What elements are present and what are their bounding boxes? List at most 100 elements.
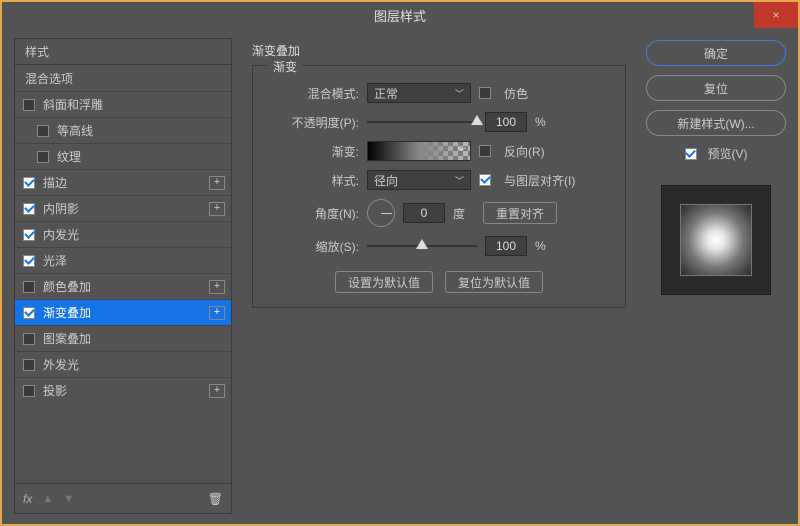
opacity-input[interactable] <box>485 112 527 132</box>
add-effect-icon[interactable]: + <box>209 176 225 190</box>
scale-input[interactable] <box>485 236 527 256</box>
style-item[interactable]: 光泽 <box>15 247 231 273</box>
reverse-checkbox[interactable] <box>479 145 491 157</box>
chevron-down-icon: ﹀ <box>457 145 466 158</box>
close-button[interactable]: × <box>754 2 798 28</box>
defaults-row: 设置为默认值 复位为默认值 <box>267 271 611 293</box>
style-checkbox[interactable] <box>37 125 49 137</box>
align-checkbox[interactable] <box>479 174 491 186</box>
style-checkbox[interactable] <box>23 333 35 345</box>
style-checkbox[interactable] <box>23 255 35 267</box>
add-effect-icon[interactable]: + <box>209 384 225 398</box>
style-row: 样式: 径向 ﹀ 与图层对齐(I) <box>267 170 611 190</box>
chevron-down-icon: ﹀ <box>455 87 464 100</box>
style-checkbox[interactable] <box>23 99 35 111</box>
dialog-frame: 图层样式 × 样式 混合选项 斜面和浮雕等高线纹理描边 + 内阴影 + 内发光光泽颜色叠… <box>0 0 800 526</box>
make-default-button[interactable]: 设置为默认值 <box>335 271 433 293</box>
style-item[interactable]: 描边 + <box>15 169 231 195</box>
settings-panel: 渐变叠加 渐变 混合模式: 正常 ﹀ 仿色 不透明度(P): <box>244 38 634 514</box>
fx-icon[interactable]: fx <box>23 492 32 506</box>
style-checkbox[interactable] <box>23 177 35 189</box>
style-label: 样式: <box>267 172 359 189</box>
gradient-swatch[interactable]: ﹀ <box>367 141 471 161</box>
style-item[interactable]: 图案叠加 <box>15 325 231 351</box>
style-item[interactable]: 等高线 <box>15 117 231 143</box>
align-label[interactable]: 与图层对齐(I) <box>504 172 575 189</box>
preview-checkbox[interactable] <box>685 148 697 160</box>
style-item-label: 描边 <box>43 174 67 191</box>
style-item[interactable]: 内阴影 + <box>15 195 231 221</box>
dither-label[interactable]: 仿色 <box>504 85 528 102</box>
style-item-label: 图案叠加 <box>43 330 91 347</box>
angle-dial[interactable] <box>367 199 395 227</box>
preview-wrap <box>661 177 771 295</box>
blending-options-label: 混合选项 <box>25 70 73 87</box>
angle-input[interactable] <box>403 203 445 223</box>
style-checkbox[interactable] <box>23 307 35 319</box>
style-value: 径向 <box>374 172 398 189</box>
style-item-label: 光泽 <box>43 252 67 269</box>
window-title: 图层样式 <box>374 6 426 25</box>
style-checkbox[interactable] <box>37 151 49 163</box>
section-title: 渐变叠加 <box>252 42 626 59</box>
close-icon: × <box>772 8 779 22</box>
reset-default-button[interactable]: 复位为默认值 <box>445 271 543 293</box>
blend-mode-select[interactable]: 正常 ﹀ <box>367 83 471 103</box>
style-item[interactable]: 纹理 <box>15 143 231 169</box>
preview-label: 预览(V) <box>708 145 748 162</box>
title-bar: 图层样式 × <box>2 2 798 28</box>
dialog-body: 样式 混合选项 斜面和浮雕等高线纹理描边+内阴影+内发光光泽颜色叠加+渐变叠加+… <box>2 28 798 524</box>
style-item[interactable]: 颜色叠加+ <box>15 273 231 299</box>
blending-options-row[interactable]: 混合选项 <box>15 65 231 91</box>
styles-header[interactable]: 样式 <box>15 39 231 65</box>
style-item[interactable]: 外发光 <box>15 351 231 377</box>
style-checkbox[interactable] <box>23 385 35 397</box>
style-checkbox[interactable] <box>23 281 35 293</box>
fieldset-legend: 渐变 <box>267 58 303 75</box>
style-item-label: 外发光 <box>43 356 79 373</box>
ok-button[interactable]: 确定 <box>646 40 786 66</box>
style-checkbox[interactable] <box>23 229 35 241</box>
style-item-label: 斜面和浮雕 <box>43 96 103 113</box>
style-item[interactable]: 斜面和浮雕 <box>15 91 231 117</box>
blend-mode-value: 正常 <box>374 85 398 102</box>
scale-row: 缩放(S): % <box>267 236 611 256</box>
dither-checkbox[interactable] <box>479 87 491 99</box>
styles-footer: fx ▲ ▼ 🗑 <box>15 483 231 513</box>
cancel-button[interactable]: 复位 <box>646 75 786 101</box>
move-up-icon[interactable]: ▲ <box>42 493 53 505</box>
style-select[interactable]: 径向 ﹀ <box>367 170 471 190</box>
preview-box <box>661 185 771 295</box>
scale-label: 缩放(S): <box>267 238 359 255</box>
angle-unit: 度 <box>453 205 465 222</box>
trash-icon[interactable]: 🗑 <box>208 492 223 506</box>
reverse-label[interactable]: 反向(R) <box>504 143 545 160</box>
style-list: 斜面和浮雕等高线纹理描边 + 内阴影 + 内发光光泽颜色叠加+渐变叠加+ 图案叠加外发光投… <box>15 91 231 403</box>
opacity-unit: % <box>535 115 546 129</box>
style-item-label: 内发光 <box>43 226 79 243</box>
gradient-label: 渐变: <box>267 143 359 160</box>
new-style-button[interactable]: 新建样式(W)... <box>646 110 786 136</box>
style-item[interactable]: 投影 + <box>15 377 231 403</box>
style-item-label: 投影 <box>43 382 67 399</box>
angle-label: 角度(N): <box>267 205 359 222</box>
scale-slider[interactable] <box>367 239 477 253</box>
style-item[interactable]: 内发光 <box>15 221 231 247</box>
reset-align-button[interactable]: 重置对齐 <box>483 202 557 224</box>
add-effect-icon[interactable]: + <box>209 202 225 216</box>
style-checkbox[interactable] <box>23 203 35 215</box>
style-item[interactable]: 渐变叠加+ <box>15 299 231 325</box>
opacity-label: 不透明度(P): <box>267 114 359 131</box>
angle-row: 角度(N): 度 重置对齐 <box>267 199 611 227</box>
style-item-label: 内阴影 <box>43 200 79 217</box>
add-effect-icon[interactable]: + <box>209 280 225 294</box>
blend-mode-label: 混合模式: <box>267 85 359 102</box>
opacity-slider[interactable] <box>367 115 477 129</box>
move-down-icon[interactable]: ▼ <box>63 493 74 505</box>
gradient-fieldset: 渐变 混合模式: 正常 ﹀ 仿色 不透明度(P): <box>252 65 626 308</box>
style-checkbox[interactable] <box>23 359 35 371</box>
add-effect-icon[interactable]: + <box>209 306 225 320</box>
preview-toggle-row[interactable]: 预览(V) <box>646 145 786 162</box>
preview-thumbnail <box>680 204 752 276</box>
chevron-down-icon: ﹀ <box>455 174 464 187</box>
